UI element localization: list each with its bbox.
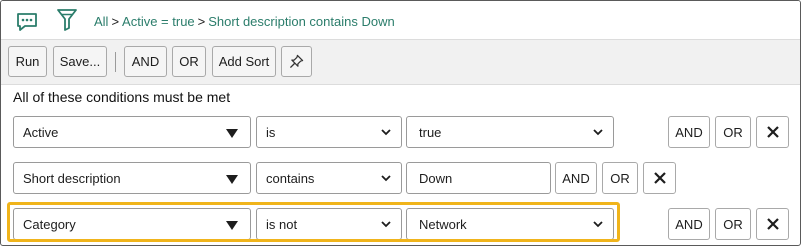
close-icon bbox=[766, 218, 779, 230]
chevron-down-icon bbox=[381, 175, 391, 182]
remove-condition-button[interactable] bbox=[643, 162, 676, 194]
toolbar-divider bbox=[115, 52, 116, 72]
and-button[interactable]: AND bbox=[668, 116, 710, 148]
or-button[interactable]: OR bbox=[172, 46, 206, 77]
condition-row: Short description contains Down AND OR bbox=[1, 162, 800, 194]
remove-condition-button[interactable] bbox=[756, 208, 789, 240]
operator-select[interactable]: contains bbox=[256, 162, 402, 194]
highlighted-condition bbox=[7, 202, 620, 242]
operator-select[interactable]: is bbox=[256, 116, 402, 148]
or-button[interactable]: OR bbox=[602, 162, 638, 194]
or-button[interactable]: OR bbox=[715, 116, 751, 148]
breadcrumb: All > Active = true > Short description cont… bbox=[94, 14, 395, 29]
conditions-heading: All of these conditions must be met bbox=[13, 89, 231, 105]
value-input-text: Down bbox=[419, 171, 453, 186]
add-sort-button[interactable]: Add Sort bbox=[212, 46, 276, 77]
chat-icon[interactable] bbox=[16, 11, 38, 33]
field-select[interactable]: Short description bbox=[13, 162, 251, 194]
and-button[interactable]: AND bbox=[124, 46, 167, 77]
breadcrumb-short-description[interactable]: Short description contains Down bbox=[208, 14, 394, 29]
breadcrumb-separator: > bbox=[111, 14, 120, 29]
pin-button[interactable] bbox=[281, 46, 312, 77]
close-icon bbox=[766, 126, 779, 138]
and-button[interactable]: AND bbox=[555, 162, 597, 194]
run-button[interactable]: Run bbox=[8, 46, 47, 77]
value-select-value: true bbox=[419, 125, 442, 140]
filter-icon[interactable] bbox=[56, 8, 78, 32]
chevron-down-icon bbox=[381, 129, 391, 136]
close-icon bbox=[653, 172, 666, 184]
field-select[interactable]: Active bbox=[13, 116, 251, 148]
condition-row: Active is true AND OR bbox=[1, 116, 800, 148]
operator-select-value: is bbox=[266, 125, 276, 140]
field-select-value: Active bbox=[23, 125, 59, 140]
condition-builder: All > Active = true > Short description cont… bbox=[0, 0, 801, 246]
filter-toolbar: Run Save... AND OR Add Sort bbox=[1, 40, 800, 85]
filter-header: All > Active = true > Short description cont… bbox=[1, 1, 800, 40]
operator-select-value: contains bbox=[266, 171, 315, 186]
pin-icon bbox=[289, 54, 304, 69]
field-select-value: Short description bbox=[23, 171, 121, 186]
and-button[interactable]: AND bbox=[668, 208, 710, 240]
save-button[interactable]: Save... bbox=[53, 46, 107, 77]
breadcrumb-active[interactable]: Active = true bbox=[122, 14, 195, 29]
value-select[interactable]: true bbox=[406, 116, 614, 148]
chevron-down-icon bbox=[593, 129, 603, 136]
dropdown-caret-icon bbox=[226, 129, 238, 138]
dropdown-caret-icon bbox=[226, 175, 238, 184]
breadcrumb-separator: > bbox=[197, 14, 206, 29]
or-button[interactable]: OR bbox=[715, 208, 751, 240]
remove-condition-button[interactable] bbox=[756, 116, 789, 148]
value-input[interactable]: Down bbox=[406, 162, 551, 194]
breadcrumb-all[interactable]: All bbox=[94, 14, 108, 29]
